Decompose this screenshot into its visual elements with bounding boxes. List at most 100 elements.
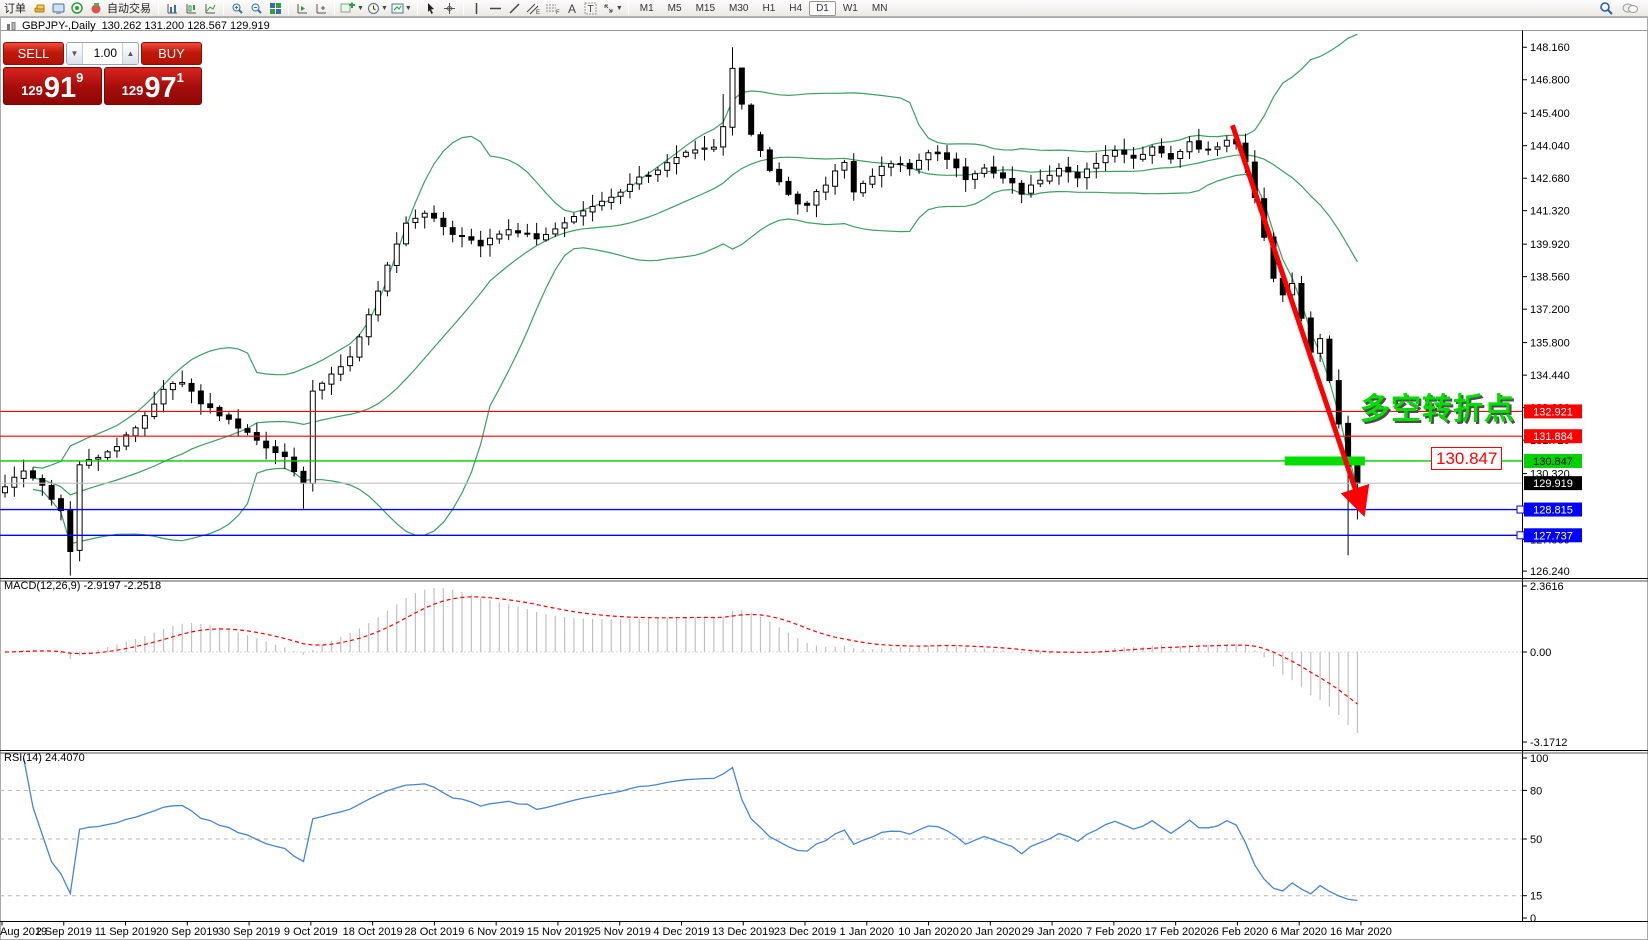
terminal-icon[interactable] (49, 1, 67, 16)
text-label-icon[interactable]: T (582, 1, 600, 16)
price-badge-label: 129.919 (1533, 478, 1573, 490)
sell-price-panel[interactable]: 129 91 9 (3, 67, 102, 105)
date-tick-label: 13 Dec 2019 (712, 926, 774, 938)
buy-price-panel[interactable]: 129 97 1 (104, 67, 203, 105)
main-toolbar: 订单 自动交易 ▼ ▼ ▼ E F A T ▼ M1M5M15M30H1H4D1 (0, 0, 1648, 17)
volume-increase-button[interactable]: ▲ (122, 43, 138, 64)
rsi-axis-label: 50 (1530, 834, 1542, 846)
rsi-axis-label: 0 (1530, 913, 1536, 925)
timeframe-MN[interactable]: MN (865, 1, 895, 16)
chart-canvas[interactable]: 148.160146.800145.400144.040142.680141.3… (0, 0, 1648, 940)
auto-scroll-icon[interactable] (293, 1, 311, 16)
equidistant-channel-icon[interactable]: E (525, 1, 543, 16)
price-tick-label: 144.040 (1530, 141, 1570, 153)
volume-value[interactable]: 1.00 (83, 43, 122, 64)
search-icon[interactable] (1597, 1, 1615, 16)
volume-stepper: ▼ 1.00 ▲ (66, 42, 139, 65)
macd-axis-label: 2.3616 (1530, 581, 1564, 593)
date-tick-label: 20 Jan 2020 (960, 926, 1021, 938)
timeframe-M30[interactable]: M30 (722, 1, 755, 16)
buy-price-main: 97 (144, 75, 176, 101)
symbol-timeframe-label: GBPJPY-,Daily (22, 20, 96, 32)
toolbar-separator (417, 2, 418, 15)
zoom-out-icon[interactable] (247, 1, 265, 16)
date-tick-label: 4 Dec 2019 (653, 926, 709, 938)
timeframe-D1[interactable]: D1 (809, 1, 836, 16)
add-indicator-icon[interactable]: ▼ (339, 1, 365, 16)
highlight-bar (1285, 456, 1365, 465)
date-tick-label: 20 Sep 2019 (156, 926, 218, 938)
date-tick-label: 28 Oct 2019 (404, 926, 464, 938)
timeframe-W1[interactable]: W1 (836, 1, 865, 16)
signal-icon[interactable] (68, 1, 86, 16)
toolbar-separator (463, 2, 464, 15)
price-level-box[interactable]: 130.847 (1431, 447, 1502, 470)
timeframe-H4[interactable]: H4 (782, 1, 809, 16)
price-badge-label: 131.884 (1533, 431, 1573, 443)
chat-icon[interactable] (1621, 1, 1639, 16)
autotrading-icon[interactable] (87, 1, 105, 16)
template-icon[interactable]: ▼ (390, 1, 413, 16)
turning-point-annotation[interactable]: 多空转折点 (1360, 384, 1515, 428)
gold-icon[interactable] (30, 1, 48, 16)
price-tick-label: 146.800 (1530, 75, 1570, 87)
date-tick-label: 1 Jan 2020 (840, 926, 894, 938)
date-tick-label: 2 Sep 2019 (36, 926, 92, 938)
cursor-icon[interactable] (422, 1, 440, 16)
chart-shift-icon[interactable] (312, 1, 330, 16)
vertical-line-icon[interactable] (468, 1, 486, 16)
price-tick-label: 142.680 (1530, 173, 1570, 185)
line-chart-icon[interactable] (201, 1, 219, 16)
text-icon[interactable]: A (563, 1, 581, 16)
svg-text:F: F (556, 10, 560, 15)
buy-price-pip: 1 (177, 70, 184, 85)
date-tick-label: 30 Sep 2019 (218, 926, 280, 938)
rsi-axis-label: 100 (1530, 753, 1548, 765)
date-tick-label: 16 Mar 2020 (1330, 926, 1392, 938)
candlestick-chart-icon[interactable] (182, 1, 200, 16)
rsi-axis-label: 80 (1530, 785, 1542, 797)
arrows-icon[interactable]: ▼ (601, 1, 624, 16)
autotrading-button[interactable]: 自动交易 (106, 0, 154, 16)
price-badge-label: 130.847 (1533, 456, 1573, 468)
rsi-label: RSI(14) 24.4070 (4, 752, 85, 764)
horizontal-line-icon[interactable] (487, 1, 505, 16)
one-click-trading-panel: SELL ▼ 1.00 ▲ BUY 129 91 9 129 97 1 (3, 42, 202, 105)
macd-label: MACD(12,26,9) -2.9197 -2.2518 (4, 580, 161, 592)
crosshair-icon[interactable] (441, 1, 459, 16)
date-tick-label: 26 Feb 2020 (1207, 926, 1269, 938)
buy-price-prefix: 129 (122, 83, 144, 98)
timeframe-M5[interactable]: M5 (661, 1, 689, 16)
toolbar-separator (628, 2, 629, 15)
rsi-axis-label: 15 (1530, 891, 1542, 903)
order-button[interactable]: 订单 (3, 0, 29, 16)
price-tick-label: 148.160 (1530, 42, 1570, 54)
price-tick-label: 138.560 (1530, 272, 1570, 284)
timeframe-M15[interactable]: M15 (689, 1, 722, 16)
date-tick-label: 15 Nov 2019 (527, 926, 589, 938)
date-tick-label: 11 Sep 2019 (95, 926, 157, 938)
fibonacci-icon[interactable]: F (544, 1, 562, 16)
volume-decrease-button[interactable]: ▼ (67, 43, 83, 64)
timeframe-H1[interactable]: H1 (755, 1, 782, 16)
trendline-icon[interactable] (506, 1, 524, 16)
date-tick-label: 6 Mar 2020 (1271, 926, 1327, 938)
timeframe-M1[interactable]: M1 (633, 1, 661, 16)
price-tick-label: 126.240 (1530, 566, 1570, 578)
sell-price-prefix: 129 (21, 83, 43, 98)
price-tick-label: 139.920 (1530, 239, 1570, 251)
price-badge-label: 128.815 (1533, 505, 1573, 517)
bar-chart-icon[interactable] (163, 1, 181, 16)
svg-text:A: A (568, 2, 576, 15)
date-tick-label: 25 Nov 2019 (589, 926, 651, 938)
sell-button[interactable]: SELL (3, 42, 64, 65)
macd-axis-label: -3.1712 (1530, 737, 1567, 749)
date-tick-label: 29 Jan 2020 (1022, 926, 1083, 938)
zoom-in-icon[interactable] (228, 1, 246, 16)
tile-windows-icon[interactable] (266, 1, 284, 16)
periods-clock-icon[interactable]: ▼ (366, 1, 389, 16)
date-tick-label: 23 Dec 2019 (774, 926, 836, 938)
timeframe-toolbar: M1M5M15M30H1H4D1W1MN (633, 1, 895, 16)
price-badge-label: 127.737 (1533, 530, 1573, 542)
buy-button[interactable]: BUY (141, 42, 202, 65)
